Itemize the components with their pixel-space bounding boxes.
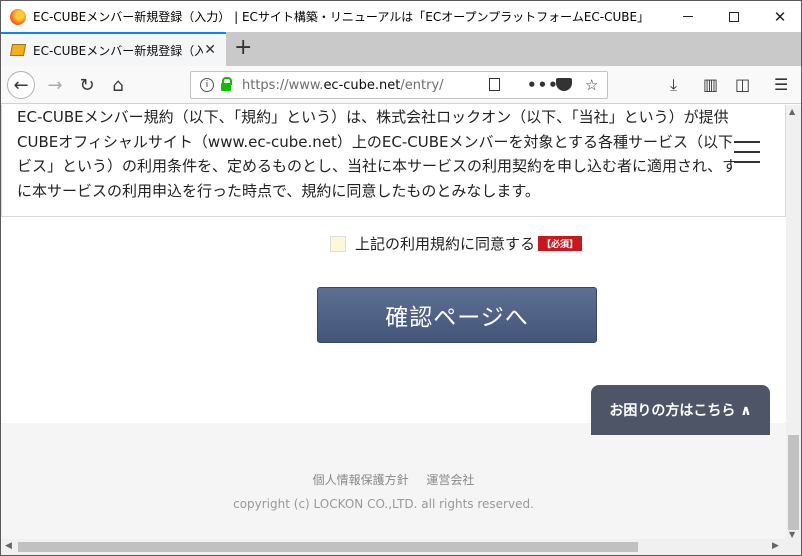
download-icon[interactable]: ⤓ <box>670 75 677 95</box>
scroll-down-icon[interactable]: ▼ <box>789 530 795 539</box>
navigation-bar: ← → ↻ ⌂ i https://www.ec-cube.net/entry/… <box>1 66 801 104</box>
title-bar: EC-CUBEメンバー新規登録（入力） | ECサイト構築・リニューアルは「EC… <box>1 1 801 32</box>
forward-button[interactable]: → <box>41 71 69 99</box>
site-menu-icon[interactable] <box>734 141 760 171</box>
reload-icon: ↻ <box>79 74 95 96</box>
bookmark-star-icon[interactable]: ☆ <box>585 76 598 94</box>
url-host: ec-cube.net <box>323 77 401 93</box>
company-link[interactable]: 運営会社 <box>426 473 474 487</box>
new-tab-icon[interactable]: + <box>234 36 252 60</box>
library-icon[interactable]: ▥ <box>703 75 718 94</box>
minimize-icon <box>683 16 693 17</box>
scroll-up-icon[interactable]: ▲ <box>789 107 795 116</box>
agree-label[interactable]: 上記の利用規約に同意する <box>355 233 535 254</box>
reader-view-icon[interactable] <box>489 76 500 91</box>
home-icon: ⌂ <box>112 74 124 96</box>
tab-close-icon[interactable]: ✕ <box>204 42 216 58</box>
url-prefix: https://www. <box>242 77 324 93</box>
footer-links: 個人情報保護方針 運営会社 <box>1 471 786 488</box>
horizontal-scrollbar[interactable]: ◀ ▶ <box>1 539 786 555</box>
agreement-row: 上記の利用規約に同意する 【必須】 <box>330 233 583 254</box>
url-bar[interactable]: i https://www.ec-cube.net/entry/ ••• ☆ <box>190 71 608 99</box>
minimize-button[interactable] <box>665 1 711 32</box>
scroll-right-icon[interactable]: ▶ <box>772 541 779 551</box>
tab-active[interactable]: EC-CUBEメンバー新規登録（入力 ✕ <box>1 32 226 66</box>
confirm-page-button[interactable]: 確認ページへ <box>317 287 597 343</box>
page-content: EC-CUBEメンバー規約（以下、「規約」という）は、株式会社ロックオン（以下、… <box>1 105 786 542</box>
url-path: /entry/ <box>400 77 444 93</box>
info-icon[interactable]: i <box>200 78 214 92</box>
lock-icon[interactable] <box>221 77 232 91</box>
maximize-icon <box>729 11 739 22</box>
page-actions-icon[interactable]: ••• <box>527 76 559 94</box>
terms-line: EC-CUBEメンバー規約（以下、「規約」という）は、株式会社ロックオン（以下、… <box>17 108 729 126</box>
tab-strip: EC-CUBEメンバー新規登録（入力 ✕ + <box>1 32 801 66</box>
horizontal-scroll-thumb[interactable] <box>18 542 638 552</box>
scrollbar-corner <box>786 539 801 555</box>
ec-cube-favicon-icon <box>9 44 27 56</box>
terms-box[interactable]: EC-CUBEメンバー規約（以下、「規約」という）は、株式会社ロックオン（以下、… <box>1 105 786 217</box>
home-button[interactable]: ⌂ <box>104 71 132 99</box>
sidebar-icon[interactable]: ◫ <box>735 75 750 94</box>
pocket-icon[interactable] <box>556 76 572 91</box>
firefox-logo-icon <box>10 8 26 25</box>
required-badge: 【必須】 <box>538 236 583 251</box>
help-button[interactable]: お困りの方はこちら ∧ <box>591 385 770 435</box>
privacy-policy-link[interactable]: 個人情報保護方針 <box>313 473 409 487</box>
maximize-button[interactable] <box>711 1 757 32</box>
terms-line: CUBEオフィシャルサイト（www.ec-cube.net）上のEC-CUBEメ… <box>17 132 734 151</box>
close-window-button[interactable]: ✕ <box>757 1 801 32</box>
close-icon: ✕ <box>773 7 787 26</box>
window-title: EC-CUBEメンバー新規登録（入力） | ECサイト構築・リニューアルは「EC… <box>33 10 653 24</box>
arrow-left-icon: ← <box>13 74 29 96</box>
browser-window: EC-CUBEメンバー新規登録（入力） | ECサイト構築・リニューアルは「EC… <box>0 0 802 556</box>
vertical-scrollbar[interactable]: ▲ ▼ <box>786 105 801 542</box>
agree-checkbox[interactable] <box>330 235 346 252</box>
footer: 個人情報保護方針 運営会社 copyright (c) LOCKON CO.,L… <box>1 423 786 542</box>
tab-label: EC-CUBEメンバー新規登録（入力 <box>33 43 203 58</box>
terms-line: に本サービスの利用申込を行った時点で、規約に同意したものとみなします。 <box>17 181 540 200</box>
url-text[interactable]: https://www.ec-cube.net/entry/ <box>242 78 444 93</box>
reload-button[interactable]: ↻ <box>73 71 101 99</box>
copyright-text: copyright (c) LOCKON CO.,LTD. all rights… <box>233 497 534 511</box>
vertical-scroll-thumb[interactable] <box>788 435 799 530</box>
back-button[interactable]: ← <box>7 71 35 99</box>
scroll-left-icon[interactable]: ◀ <box>5 541 12 551</box>
terms-line: ビス」という）の利用条件を、定めるものとし、当社に本サービスの利用契約を申し込む… <box>17 157 738 175</box>
arrow-right-icon: → <box>47 74 63 96</box>
hamburger-menu-icon[interactable]: ☰ <box>774 75 788 94</box>
